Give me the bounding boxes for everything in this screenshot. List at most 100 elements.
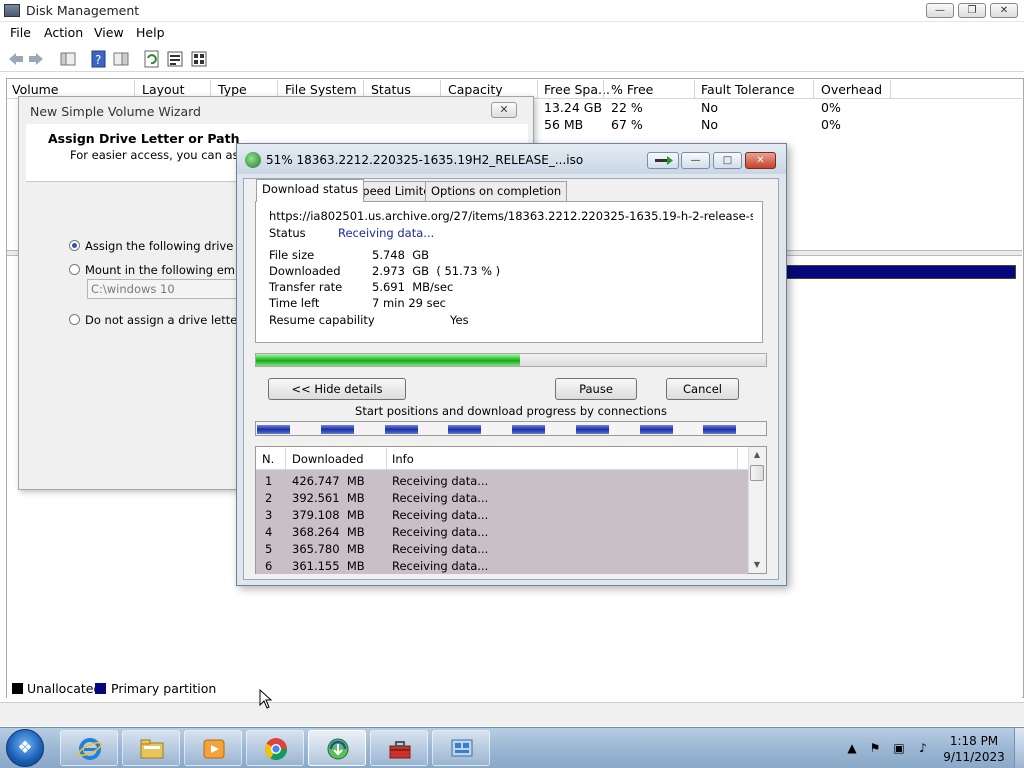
row-n: 4 (265, 525, 273, 539)
tab-options-on-completion[interactable]: Options on completion (425, 181, 568, 201)
taskbar-chrome[interactable] (246, 730, 304, 766)
taskbar-internet-explorer[interactable] (60, 730, 118, 766)
column-fault-tolerance[interactable]: Fault Tolerance (701, 82, 795, 97)
column-percent-free[interactable]: % Free (611, 82, 653, 97)
taskbar-media-player[interactable] (184, 730, 242, 766)
connection-segment (512, 425, 546, 434)
row-n: 6 (265, 559, 273, 573)
table-row[interactable]: 5 365.780 MB Receiving data... (256, 540, 748, 557)
column-separator[interactable] (737, 448, 738, 469)
download-url: https://ia802501.us.archive.org/27/items… (269, 209, 753, 223)
toolbox-icon (389, 741, 411, 759)
column-free-space[interactable]: Free Spa... (544, 82, 610, 97)
volume-icon[interactable]: ♪ (916, 741, 930, 755)
column-type[interactable]: Type (218, 82, 247, 97)
table-row[interactable]: 2 392.561 MB Receiving data... (256, 489, 748, 506)
scroll-up-icon[interactable]: ▲ (748, 447, 766, 463)
column-separator[interactable] (386, 448, 387, 469)
chrome-icon (265, 738, 287, 760)
table-row[interactable]: 6 361.155 MB Receiving data... (256, 557, 748, 574)
menu-help[interactable]: Help (136, 25, 165, 40)
taskbar-file-explorer[interactable] (122, 730, 180, 766)
wizard-close-button[interactable]: ✕ (491, 102, 517, 118)
connections-caption: Start positions and download progress by… (355, 404, 667, 418)
scrollbar-thumb[interactable] (750, 465, 764, 481)
file-size-value: 5.748 GB (372, 248, 430, 262)
mouse-cursor-icon (259, 689, 273, 709)
status-bar (0, 702, 1024, 726)
mount-path-field[interactable]: C:\windows 10 (87, 279, 247, 299)
forward-icon[interactable] (26, 49, 44, 67)
column-downloaded[interactable]: Downloaded (292, 452, 364, 466)
window-title: Disk Management (26, 3, 140, 18)
wizard-heading: Assign Drive Letter or Path (48, 131, 240, 146)
refresh-icon[interactable] (142, 49, 160, 68)
folder-icon (140, 739, 164, 759)
menu-action[interactable]: Action (44, 25, 83, 40)
column-volume[interactable]: Volume (12, 82, 59, 97)
column-info[interactable]: Info (392, 452, 414, 466)
table-row[interactable]: 4 368.264 MB Receiving data... (256, 523, 748, 540)
column-separator[interactable] (813, 80, 814, 99)
row-downloaded: 426.747 MB (292, 474, 365, 488)
cell-overhead: 0% (821, 100, 841, 115)
primary-partition-bar[interactable] (780, 265, 1016, 279)
transfer-rate-value: 5.691 MB/sec (372, 280, 454, 294)
row-downloaded: 361.155 MB (292, 559, 365, 573)
action-pane-icon[interactable] (111, 49, 129, 67)
column-separator[interactable] (694, 80, 695, 99)
console-tree-icon[interactable] (58, 49, 76, 67)
dialog-maximize-button[interactable]: □ (713, 152, 742, 169)
dialog-minimize-button[interactable]: — (681, 152, 710, 169)
back-icon[interactable] (6, 49, 24, 67)
tab-download-status[interactable]: Download status (256, 179, 365, 202)
radio-assign-letter[interactable] (69, 240, 80, 251)
pause-button[interactable]: Pause (555, 378, 637, 400)
cell-percent-free: 22 % (611, 100, 643, 115)
taskbar-control-panel[interactable] (432, 730, 490, 766)
row-downloaded: 392.561 MB (292, 491, 365, 505)
menu-file[interactable]: File (10, 25, 31, 40)
radio-mount-folder[interactable] (69, 264, 80, 275)
column-status[interactable]: Status (371, 82, 411, 97)
download-progress-fill (256, 354, 520, 366)
network-icon[interactable]: ▣ (892, 741, 906, 755)
taskbar-clock[interactable]: 1:18 PM 9/11/2023 (932, 733, 1016, 765)
table-row[interactable]: 3 379.108 MB Receiving data... (256, 506, 748, 523)
column-separator[interactable] (890, 80, 891, 99)
row-info: Receiving data... (392, 525, 489, 539)
cancel-button[interactable]: Cancel (666, 378, 739, 400)
column-separator[interactable] (537, 80, 538, 99)
help-icon[interactable]: ? (89, 49, 107, 68)
column-file-system[interactable]: File System (285, 82, 357, 97)
maximize-button[interactable]: ❐ (958, 3, 986, 18)
radio-no-letter[interactable] (69, 314, 80, 325)
minimize-button[interactable]: — (926, 3, 954, 18)
resume-label: Resume capability (269, 313, 375, 327)
taskbar-download-manager[interactable] (308, 730, 366, 766)
action-center-icon[interactable]: ⚑ (868, 741, 882, 755)
column-separator[interactable] (603, 80, 604, 99)
column-separator[interactable] (285, 448, 286, 469)
row-info: Receiving data... (392, 508, 489, 522)
column-capacity[interactable]: Capacity (448, 82, 503, 97)
row-n: 1 (265, 474, 273, 488)
cell-overhead: 0% (821, 117, 841, 132)
disk-management-icon (4, 4, 20, 17)
column-layout[interactable]: Layout (142, 82, 185, 97)
taskbar-toolbox[interactable] (370, 730, 428, 766)
table-row[interactable]: 1 426.747 MB Receiving data... (256, 472, 748, 489)
disk-list-icon[interactable] (189, 49, 207, 67)
column-overhead[interactable]: Overhead (821, 82, 882, 97)
properties-icon[interactable] (165, 49, 183, 67)
dialog-close-button[interactable]: ✕ (745, 152, 776, 169)
minimize-to-tray-icon[interactable] (647, 152, 679, 169)
control-panel-icon (451, 739, 473, 757)
close-button[interactable]: ✕ (990, 3, 1018, 18)
hide-details-button[interactable]: << Hide details (268, 378, 406, 400)
menu-view[interactable]: View (94, 25, 124, 40)
scroll-down-icon[interactable]: ▼ (748, 557, 766, 573)
column-n[interactable]: N. (262, 452, 274, 466)
show-desktop-button[interactable] (1014, 728, 1024, 768)
show-hidden-icons-icon[interactable]: ▲ (845, 741, 859, 755)
